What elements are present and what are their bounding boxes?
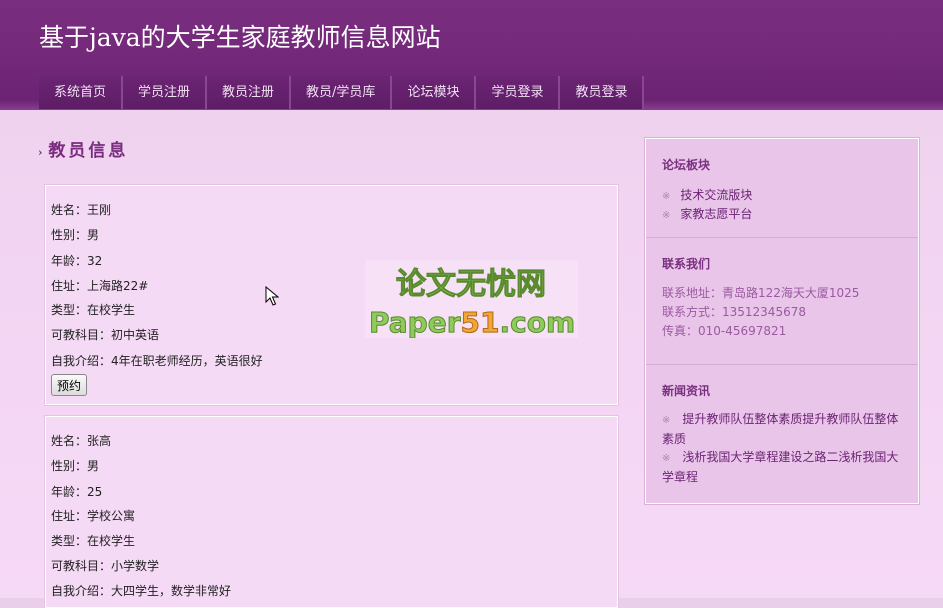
teacher-age: 年龄：25	[51, 485, 103, 499]
nav-teacher-login[interactable]: 教员登录	[560, 76, 645, 109]
teacher-intro: 自我介绍：大四学生，数学非常好	[51, 584, 232, 598]
teacher-name: 姓名：王刚	[51, 203, 112, 217]
forum-block: 论坛板块 ※ 技术交流版块 ※ 家教志愿平台	[646, 139, 918, 237]
teacher-address: 住址：学校公寓	[51, 509, 136, 523]
main-nav: 系统首页 学员注册 教员注册 教员/学员库 论坛模块 学员登录 教员登录	[39, 76, 645, 109]
news-item[interactable]: ※ 浅析我国大学章程建设之路二浅析我国大学章程	[662, 448, 902, 486]
site-title: 基于java的大学生家庭教师信息网站	[39, 23, 441, 52]
contact-address: 联系地址：青岛路122海天大厦1025	[662, 286, 860, 300]
teacher-subject: 可教科目：小学数学	[51, 559, 160, 573]
contact-title: 联系我们	[662, 257, 711, 271]
site-header: 基于java的大学生家庭教师信息网站 系统首页 学员注册 教员注册 教员/学员库…	[0, 0, 943, 110]
nav-student-login[interactable]: 学员登录	[476, 76, 561, 109]
news-item[interactable]: ※ 提升教师队伍整体素质提升教师队伍整体素质	[662, 410, 902, 448]
forum-link-tech[interactable]: ※ 技术交流版块	[662, 186, 752, 203]
nav-forum[interactable]: 论坛模块	[392, 76, 477, 109]
book-button[interactable]: 预约	[51, 374, 87, 396]
forum-link-volunteer[interactable]: ※ 家教志愿平台	[662, 205, 752, 222]
bullet-icon: ※	[662, 210, 671, 221]
teacher-card: 姓名：张高 性别：男 年龄：25 住址：学校公寓 类型：在校学生 可教科目：小学…	[45, 416, 618, 608]
teacher-subject: 可教科目：初中英语	[51, 328, 160, 342]
teacher-age: 年龄：32	[51, 254, 103, 268]
watermark-logo: 论文无忧网 Paper51.com	[365, 260, 578, 338]
bullet-icon: ※	[662, 415, 671, 426]
teacher-name: 姓名：张高	[51, 434, 112, 448]
nav-teacher-register[interactable]: 教员注册	[207, 76, 292, 109]
news-block: 新闻资讯 ※ 提升教师队伍整体素质提升教师队伍整体素质 ※ 浅析我国大学章程建设之路…	[646, 364, 918, 504]
nav-home[interactable]: 系统首页	[39, 76, 124, 109]
nav-student-register[interactable]: 学员注册	[123, 76, 208, 109]
nav-teacher-student-library[interactable]: 教员/学员库	[291, 76, 393, 109]
contact-fax: 传真：010-45697821	[662, 324, 787, 338]
teacher-type: 类型：在校学生	[51, 534, 136, 548]
bullet-icon: ›	[38, 146, 43, 159]
bullet-icon: ※	[662, 191, 671, 202]
svg-text:Paper51.com: Paper51.com	[369, 306, 575, 338]
teacher-address: 住址：上海路22#	[51, 279, 149, 293]
mouse-cursor-icon	[265, 286, 279, 306]
teacher-gender: 性别：男	[51, 228, 100, 242]
contact-phone: 联系方式：13512345678	[662, 305, 806, 319]
bullet-icon: ※	[662, 453, 671, 464]
section-title-text: 教员信息	[48, 141, 129, 161]
teacher-intro: 自我介绍：4年在职老师经历，英语很好	[51, 354, 263, 368]
sidebar: 论坛板块 ※ 技术交流版块 ※ 家教志愿平台 联系我们 联系地址：青岛路122海天大…	[645, 138, 919, 504]
forum-title: 论坛板块	[662, 158, 711, 172]
svg-text:论文无忧网: 论文无忧网	[396, 267, 546, 302]
news-title: 新闻资讯	[662, 384, 711, 398]
teacher-gender: 性别：男	[51, 459, 100, 473]
contact-block: 联系我们 联系地址：青岛路122海天大厦1025 联系方式：1351234567…	[646, 237, 918, 365]
teacher-type: 类型：在校学生	[51, 303, 136, 317]
section-title: › 教员信息	[38, 136, 128, 161]
